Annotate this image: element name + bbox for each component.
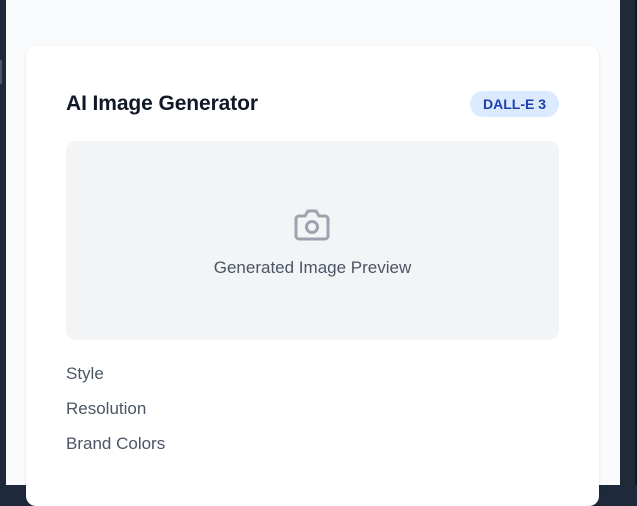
options-list: Style Resolution Brand Colors (66, 364, 559, 469)
window-left-handle (0, 60, 2, 84)
image-generator-card: AI Image Generator DALL-E 3 Generated Im… (26, 46, 599, 506)
option-brand-colors[interactable]: Brand Colors (66, 434, 559, 469)
option-resolution[interactable]: Resolution (66, 399, 559, 434)
option-style[interactable]: Style (66, 364, 559, 399)
content-panel: AI Image Generator DALL-E 3 Generated Im… (6, 0, 620, 506)
card-header: AI Image Generator DALL-E 3 (66, 90, 559, 118)
model-badge: DALL-E 3 (470, 91, 559, 117)
image-preview: Generated Image Preview (66, 141, 559, 340)
camera-icon (294, 209, 330, 241)
preview-label: Generated Image Preview (213, 258, 412, 277)
card-title: AI Image Generator (66, 92, 258, 115)
